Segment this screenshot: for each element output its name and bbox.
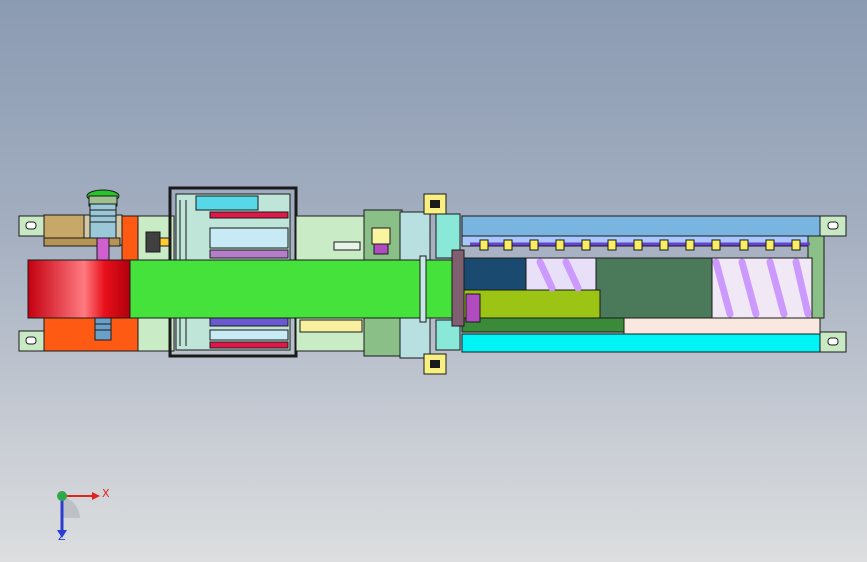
machine-assembly-top-view[interactable]	[0, 0, 867, 562]
main-belt[interactable]	[27, 249, 481, 327]
motor-pulley-top[interactable]	[86, 189, 120, 261]
axis-z-label: Z	[58, 530, 66, 543]
axis-x-label: X	[102, 487, 110, 500]
motor-pulley-bottom[interactable]	[94, 317, 112, 341]
cad-3d-viewport[interactable]: X Z	[0, 0, 867, 562]
